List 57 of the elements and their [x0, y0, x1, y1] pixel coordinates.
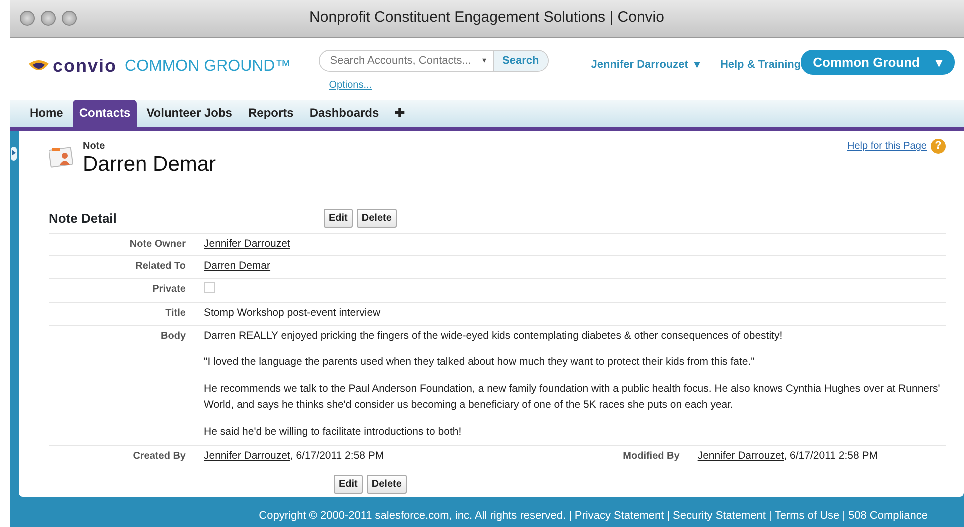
footer-link[interactable]: Privacy Statement — [574, 508, 664, 524]
field-value: Stomp Workshop post-event interview — [204, 306, 381, 319]
copyright-text: Copyright © 2000-2011 salesforce.com, inc. All rights reserved. — [259, 508, 566, 524]
user-menu[interactable]: Jennifer Darrouzet ▾ — [591, 57, 700, 74]
caret-icon: ▾ — [936, 52, 944, 72]
edit-button[interactable]: Edit — [334, 475, 363, 494]
footer-link[interactable]: Security Statement — [673, 508, 766, 524]
timestamp: , 6/17/2011 2:58 PM — [290, 450, 384, 462]
zoom-window-control[interactable] — [62, 11, 77, 26]
record-link[interactable]: Jennifer Darrouzet — [204, 238, 290, 250]
help-icon: ? — [931, 139, 946, 154]
minimize-window-control[interactable] — [41, 11, 56, 26]
field-label: Note Owner — [128, 238, 187, 252]
footer-link[interactable]: Terms of Use — [774, 508, 840, 524]
expand-icon — [12, 150, 16, 156]
nav-tab[interactable]: Home — [24, 100, 70, 127]
nav-tab[interactable]: Reports — [242, 100, 300, 127]
separator: | — [842, 508, 846, 524]
note-icon — [49, 145, 75, 169]
footer-link[interactable]: 508 Compliance — [848, 508, 928, 524]
search-field[interactable]: Search Accounts, Contacts... ▾ Search — [319, 50, 550, 72]
body-paragraph: "I loved the language the parents used when they talked about how much they want to protect their kids from this fate." — [204, 355, 756, 370]
body-paragraph: Darren REALLY enjoyed pricking the fingers of the wide-eyed kids contemplating diabetes & other consequences of obestity! — [204, 328, 784, 344]
timestamp: , 6/17/2011 2:58 PM — [784, 450, 878, 462]
close-window-control[interactable] — [20, 11, 35, 26]
record-type: Note — [83, 140, 106, 154]
nav-tab[interactable]: Volunteer Jobs — [140, 100, 238, 127]
product-name: COMMON GROUND™ — [125, 56, 292, 76]
edit-button[interactable]: Edit — [324, 209, 353, 228]
delete-button[interactable]: Delete — [366, 475, 407, 494]
field-label: Body — [160, 330, 187, 344]
separator: | — [569, 508, 572, 524]
field-label: Modified By — [623, 450, 681, 464]
delete-button[interactable]: Delete — [356, 209, 397, 228]
add-tab[interactable]: ✚ — [389, 100, 412, 127]
section-title: Note Detail — [49, 210, 118, 228]
logo-text: convio — [53, 55, 118, 78]
user-link[interactable]: Jennifer Darrouzet — [698, 450, 784, 462]
nav-tab[interactable]: Dashboards — [304, 100, 386, 127]
nav-tab[interactable]: Contacts — [73, 100, 137, 127]
caret-icon: ▾ — [694, 59, 700, 71]
sidebar-toggle[interactable] — [11, 147, 17, 161]
user-link[interactable]: Jennifer Darrouzet — [204, 450, 290, 462]
record-title: Darren Demar — [83, 154, 216, 175]
separator: | — [667, 508, 670, 524]
body-paragraph: He recommends we talk to the Paul Anderson Foundation, a new family foundation with a public health focus. He also knows Cynthia Hughes over at Runners' World, and says he thinks she'd consider us becoming a beneficiary of one of the 5K races she puts on each year. — [204, 382, 942, 413]
separator: | — [768, 508, 772, 524]
help-page-link[interactable]: Help for this Page — [848, 139, 927, 154]
help-training-link[interactable]: Help & Training — [720, 57, 802, 74]
body-paragraph: He said he'd be willing to facilitate introductions to both! — [204, 424, 463, 440]
field-label: Private — [152, 283, 187, 297]
field-label: Title — [164, 306, 187, 321]
field-label: Created By — [132, 450, 187, 464]
field-label: Related To — [134, 260, 187, 274]
options-link[interactable]: Options... — [329, 78, 372, 93]
record-link[interactable]: Darren Demar — [204, 260, 271, 272]
window-title: Nonprofit Constituent Engagement Solutions | Convio — [310, 8, 664, 28]
